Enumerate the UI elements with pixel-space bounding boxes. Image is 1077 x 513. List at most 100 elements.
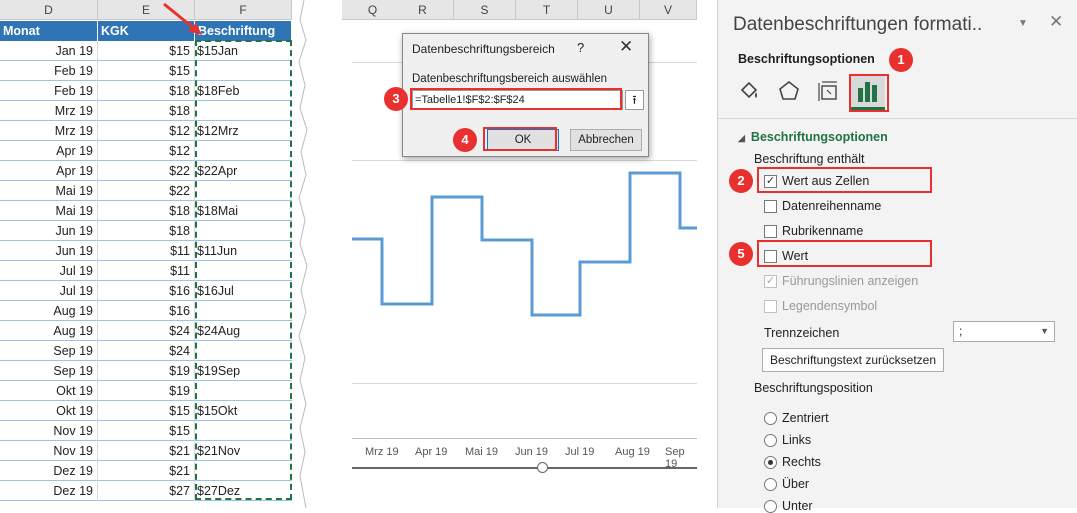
cell-kgk[interactable]: $15 bbox=[98, 421, 195, 441]
cell-kgk[interactable]: $15 bbox=[98, 401, 195, 421]
cell-kgk[interactable]: $18 bbox=[98, 221, 195, 241]
callout-1: 1 bbox=[889, 48, 913, 72]
cell-monat[interactable]: Mai 19 bbox=[0, 181, 98, 201]
cell-kgk[interactable]: $22 bbox=[98, 181, 195, 201]
cell-monat[interactable]: Aug 19 bbox=[0, 321, 98, 341]
cell-monat[interactable]: Okt 19 bbox=[0, 401, 98, 421]
close-icon[interactable]: ✕ bbox=[619, 37, 633, 57]
cell-kgk[interactable]: $12 bbox=[98, 121, 195, 141]
position-label: Beschriftungsposition bbox=[754, 381, 873, 395]
radio-label[interactable]: Rechts bbox=[782, 455, 821, 469]
cell-monat[interactable]: Nov 19 bbox=[0, 441, 98, 461]
cell-kgk[interactable]: $15 bbox=[98, 61, 195, 81]
cell-kgk[interactable]: $21 bbox=[98, 441, 195, 461]
chart-scrollbar[interactable] bbox=[352, 467, 697, 469]
checkbox bbox=[764, 300, 777, 313]
checkbox[interactable] bbox=[764, 225, 777, 238]
pane-options-icon[interactable]: ▼ bbox=[1018, 18, 1028, 29]
callout-4: 4 bbox=[453, 128, 477, 152]
radio-label[interactable]: Zentriert bbox=[782, 411, 829, 425]
highlight-range-input bbox=[410, 88, 622, 110]
cell-kgk[interactable]: $19 bbox=[98, 381, 195, 401]
x-axis-label: Apr 19 bbox=[415, 446, 448, 458]
radio-label[interactable]: Über bbox=[782, 477, 809, 491]
radio-button[interactable] bbox=[764, 412, 777, 425]
cell-monat[interactable]: Jun 19 bbox=[0, 241, 98, 261]
cell-kgk[interactable]: $24 bbox=[98, 341, 195, 361]
x-axis-label: Mai 19 bbox=[465, 446, 499, 458]
effects-tab[interactable] bbox=[776, 78, 802, 104]
checkbox-label[interactable]: Datenreihenname bbox=[782, 199, 881, 213]
cell-monat[interactable]: Aug 19 bbox=[0, 301, 98, 321]
cell-kgk[interactable]: $11 bbox=[98, 241, 195, 261]
radio-button[interactable] bbox=[764, 500, 777, 513]
x-axis-label: Aug 19 bbox=[615, 446, 650, 458]
cell-kgk[interactable]: $21 bbox=[98, 461, 195, 481]
cell-kgk[interactable]: $18 bbox=[98, 81, 195, 101]
checkbox-label[interactable]: Rubrikenname bbox=[782, 224, 863, 238]
pentagon-icon bbox=[779, 80, 799, 100]
cell-kgk[interactable]: $12 bbox=[98, 141, 195, 161]
radio-label[interactable]: Links bbox=[782, 433, 811, 447]
cell-kgk[interactable]: $16 bbox=[98, 301, 195, 321]
section-header[interactable]: ◢ Beschriftungsoptionen bbox=[738, 130, 888, 144]
checkbox-label: Führungslinien anzeigen bbox=[782, 274, 919, 288]
cell-monat[interactable]: Mrz 19 bbox=[0, 121, 98, 141]
cell-monat[interactable]: Jul 19 bbox=[0, 261, 98, 281]
cell-kgk[interactable]: $19 bbox=[98, 361, 195, 381]
separator-select[interactable]: ; ▼ bbox=[953, 321, 1055, 342]
table-header-monat[interactable]: Monat bbox=[0, 21, 98, 41]
cell-monat[interactable]: Mrz 19 bbox=[0, 101, 98, 121]
checkbox-label: Legendensymbol bbox=[782, 299, 878, 313]
highlight-ok bbox=[483, 127, 557, 151]
radio-button[interactable] bbox=[764, 434, 777, 447]
checkbox[interactable] bbox=[764, 200, 777, 213]
callout-3: 3 bbox=[384, 87, 408, 111]
divider bbox=[718, 118, 1077, 119]
pane-subtitle: Beschriftungsoptionen bbox=[738, 52, 875, 66]
column-header-d[interactable]: D bbox=[0, 0, 98, 20]
radio-button[interactable] bbox=[764, 456, 777, 469]
cell-monat[interactable]: Mai 19 bbox=[0, 201, 98, 221]
cell-monat[interactable]: Apr 19 bbox=[0, 141, 98, 161]
radio-button[interactable] bbox=[764, 478, 777, 491]
scroll-handle[interactable] bbox=[537, 462, 548, 473]
cell-kgk[interactable]: $22 bbox=[98, 161, 195, 181]
cell-kgk[interactable]: $24 bbox=[98, 321, 195, 341]
size-properties-icon bbox=[818, 81, 837, 101]
contains-label: Beschriftung enthält bbox=[754, 152, 865, 166]
cell-monat[interactable]: Jun 19 bbox=[0, 221, 98, 241]
cell-monat[interactable]: Feb 19 bbox=[0, 61, 98, 81]
callout-5: 5 bbox=[729, 242, 753, 266]
cell-monat[interactable]: Jan 19 bbox=[0, 41, 98, 61]
cancel-button[interactable]: Abbrechen bbox=[570, 129, 642, 151]
radio-label[interactable]: Unter bbox=[782, 499, 813, 513]
cell-monat[interactable]: Apr 19 bbox=[0, 161, 98, 181]
callout-2: 2 bbox=[729, 169, 753, 193]
size-properties-tab[interactable] bbox=[816, 78, 842, 104]
collapse-dialog-icon[interactable]: ⭱ bbox=[625, 90, 644, 110]
cell-kgk[interactable]: $18 bbox=[98, 101, 195, 121]
highlight-tab bbox=[849, 74, 889, 112]
cell-monat[interactable]: Sep 19 bbox=[0, 361, 98, 381]
pane-close-icon[interactable]: ✕ bbox=[1049, 12, 1063, 32]
cell-monat[interactable]: Okt 19 bbox=[0, 381, 98, 401]
cell-monat[interactable]: Sep 19 bbox=[0, 341, 98, 361]
reset-label-text-button[interactable]: Beschriftungstext zurücksetzen bbox=[762, 348, 944, 372]
cell-monat[interactable]: Dez 19 bbox=[0, 461, 98, 481]
cell-kgk[interactable]: $11 bbox=[98, 261, 195, 281]
cell-monat[interactable]: Feb 19 bbox=[0, 81, 98, 101]
cell-kgk[interactable]: $27 bbox=[98, 481, 195, 501]
cell-monat[interactable]: Jul 19 bbox=[0, 281, 98, 301]
x-axis-label: Jun 19 bbox=[515, 446, 549, 458]
cell-monat[interactable]: Dez 19 bbox=[0, 481, 98, 501]
x-axis-label: Mrz 19 bbox=[365, 446, 399, 458]
cell-kgk[interactable]: $16 bbox=[98, 281, 195, 301]
fill-line-tab[interactable] bbox=[736, 78, 762, 104]
help-icon[interactable]: ? bbox=[577, 40, 584, 55]
cell-kgk[interactable]: $18 bbox=[98, 201, 195, 221]
highlight-value bbox=[757, 240, 932, 267]
paint-bucket-icon bbox=[740, 81, 758, 99]
cell-kgk[interactable]: $15 bbox=[98, 41, 195, 61]
cell-monat[interactable]: Nov 19 bbox=[0, 421, 98, 441]
